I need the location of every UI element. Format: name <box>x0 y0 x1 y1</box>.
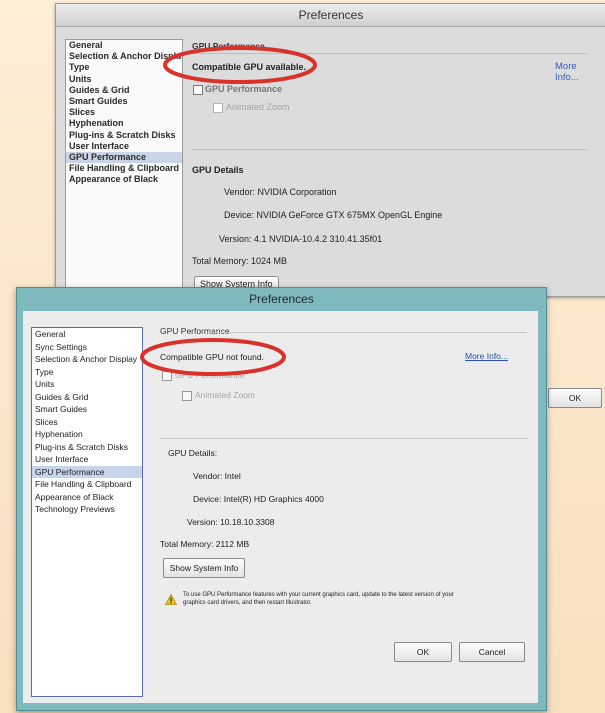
category-item[interactable]: Sync Settings <box>32 341 142 354</box>
category-item[interactable]: Hyphenation <box>32 428 142 441</box>
category-item[interactable]: Smart Guides <box>32 403 142 416</box>
animated-zoom-checkbox[interactable] <box>182 391 192 401</box>
ok-button[interactable]: OK <box>394 642 452 662</box>
divider <box>191 53 587 54</box>
gpu-device: Device: NVIDIA GeForce GTX 675MX OpenGL … <box>224 210 443 220</box>
dialog-title: Preferences <box>249 292 314 306</box>
category-item[interactable]: Appearance of Black <box>32 491 142 504</box>
category-item[interactable]: GPU Performance <box>66 151 182 164</box>
gpu-performance-checkbox[interactable] <box>162 371 172 381</box>
gpu-version: Version: 4.1 NVIDIA-10.4.2 310.41.35f01 <box>219 234 383 244</box>
divider <box>191 149 587 150</box>
gpu-performance-checkbox[interactable] <box>193 85 203 95</box>
show-system-info-button[interactable]: Show System Info <box>163 558 245 578</box>
category-list[interactable]: General Sync Settings Selection & Anchor D… <box>31 327 143 697</box>
group-title: GPU Performance <box>192 41 265 51</box>
warning-text-line1: To use GPU Performance features with you… <box>183 592 454 598</box>
animated-zoom-checkbox[interactable] <box>213 103 223 113</box>
category-item[interactable]: Plug-ins & Scratch Disks <box>32 441 142 454</box>
gpu-status-text: Compatible GPU not found. <box>160 352 264 362</box>
gpu-vendor: Vendor: NVIDIA Corporation <box>224 187 337 197</box>
gpu-version: Version: 10.18.10.3308 <box>187 517 275 527</box>
category-item[interactable]: Units <box>32 378 142 391</box>
gpu-performance-label: GPU Performance <box>175 370 245 380</box>
gpu-performance-label: GPU Performance <box>205 84 283 94</box>
total-memory: Total Memory: 1024 MB <box>192 256 288 266</box>
dialog-title: Preferences <box>56 4 605 27</box>
more-info-link[interactable]: More Info... <box>465 351 508 361</box>
animated-zoom-label: Animated Zoom <box>226 102 290 112</box>
dialog-body: General Sync Settings Selection & Anchor D… <box>23 311 538 703</box>
group-title: GPU Performance <box>160 326 230 336</box>
category-item[interactable]: Plug-ins & Scratch Disks <box>66 130 182 141</box>
category-item[interactable]: General <box>66 40 182 51</box>
gpu-details-title: GPU Details <box>192 165 244 175</box>
animated-zoom-label: Animated Zoom <box>195 390 255 400</box>
category-item[interactable]: Slices <box>32 416 142 429</box>
category-item[interactable]: GPU Performance <box>32 465 142 478</box>
warning-text-line2: graphics card drivers, and then restart … <box>183 600 312 606</box>
category-item[interactable]: Type <box>66 62 182 73</box>
category-item[interactable]: Slices <box>66 107 182 118</box>
gpu-details-title: GPU Details: <box>168 448 218 458</box>
gpu-status-text: Compatible GPU available. <box>192 62 307 72</box>
category-item[interactable]: File Handling & Clipboard <box>32 478 142 491</box>
category-item[interactable]: Guides & Grid <box>32 391 142 404</box>
gpu-device: Device: Intel(R) HD Graphics 4000 <box>193 494 324 504</box>
category-item[interactable]: User Interface <box>66 141 182 152</box>
category-list[interactable]: General Selection & Anchor Display Type Uni… <box>65 39 183 296</box>
category-item[interactable]: Smart Guides <box>66 96 182 107</box>
category-item[interactable]: Guides & Grid <box>66 85 182 96</box>
category-item[interactable]: Units <box>66 74 182 85</box>
category-item[interactable]: User Interface <box>32 453 142 466</box>
back-ok-button[interactable]: OK <box>548 388 602 408</box>
gpu-vendor: Vendor: Intel <box>193 471 241 481</box>
category-item[interactable]: Appearance of Black <box>66 174 182 185</box>
category-item[interactable]: Selection & Anchor Display <box>32 353 142 366</box>
cancel-button[interactable]: Cancel <box>459 642 525 662</box>
preferences-dialog-windows: Preferences General Sync Settings Selectio… <box>16 287 547 711</box>
divider <box>160 438 528 439</box>
warning-icon <box>165 594 177 605</box>
total-memory: Total Memory: 2112 MB <box>160 539 250 549</box>
more-info-link[interactable]: More Info... <box>555 61 591 83</box>
preferences-dialog-mac: Preferences General Selection & Anchor Di… <box>55 3 605 297</box>
category-item[interactable]: File Handling & Clipboard <box>66 163 182 174</box>
category-item[interactable]: Hyphenation <box>66 118 182 129</box>
category-item[interactable]: Selection & Anchor Display <box>66 51 182 62</box>
divider <box>207 332 527 333</box>
category-item[interactable]: Technology Previews <box>32 503 142 516</box>
category-item[interactable]: Type <box>32 366 142 379</box>
category-item[interactable]: General <box>32 328 142 341</box>
